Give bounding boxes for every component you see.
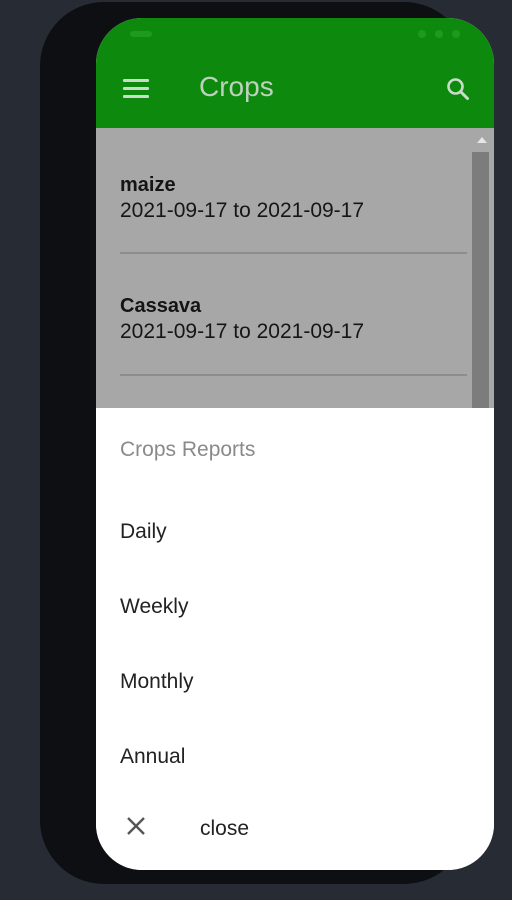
option-monthly[interactable]: Monthly <box>120 670 194 694</box>
sheet-title: Crops Reports <box>120 438 256 461</box>
option-daily[interactable]: Daily <box>120 520 167 544</box>
crop-date-range: 2021-09-17 to 2021-09-17 <box>120 199 365 222</box>
option-weekly[interactable]: Weekly <box>120 595 188 619</box>
close-button[interactable]: close <box>96 808 494 852</box>
phone-frame: Crops maize 2021-09-17 to 2021-09-17 Cas… <box>40 2 494 884</box>
app-bar: Crops <box>96 18 494 128</box>
list-item[interactable]: maize 2021-09-17 to 2021-09-17 <box>120 174 466 223</box>
crop-list: maize 2021-09-17 to 2021-09-17 Cassava 2… <box>96 128 494 408</box>
close-label: close <box>200 817 250 840</box>
reports-bottom-sheet: Crops Reports Daily Weekly Monthly Annua… <box>96 408 494 870</box>
scrollbar-thumb[interactable] <box>472 152 489 408</box>
status-time-indicator <box>130 31 152 37</box>
search-icon[interactable] <box>444 75 472 103</box>
hamburger-menu-icon[interactable] <box>123 79 149 99</box>
battery-icon <box>452 30 460 38</box>
crop-date-range: 2021-09-17 to 2021-09-17 <box>120 320 365 343</box>
status-bar <box>96 18 494 52</box>
scroll-up-arrow-icon[interactable] <box>477 137 487 143</box>
status-icons <box>418 30 460 38</box>
divider <box>120 374 467 376</box>
list-item[interactable]: Cassava 2021-09-17 to 2021-09-17 <box>120 295 466 344</box>
phone-screen: Crops maize 2021-09-17 to 2021-09-17 Cas… <box>96 18 494 870</box>
page-title: Crops <box>199 71 274 102</box>
close-icon <box>126 816 146 836</box>
divider <box>120 252 467 254</box>
signal-icon <box>418 30 426 38</box>
wifi-icon <box>435 30 443 38</box>
crop-name: Cassava <box>120 295 202 317</box>
option-annual[interactable]: Annual <box>120 745 185 769</box>
crop-name: maize <box>120 174 176 196</box>
